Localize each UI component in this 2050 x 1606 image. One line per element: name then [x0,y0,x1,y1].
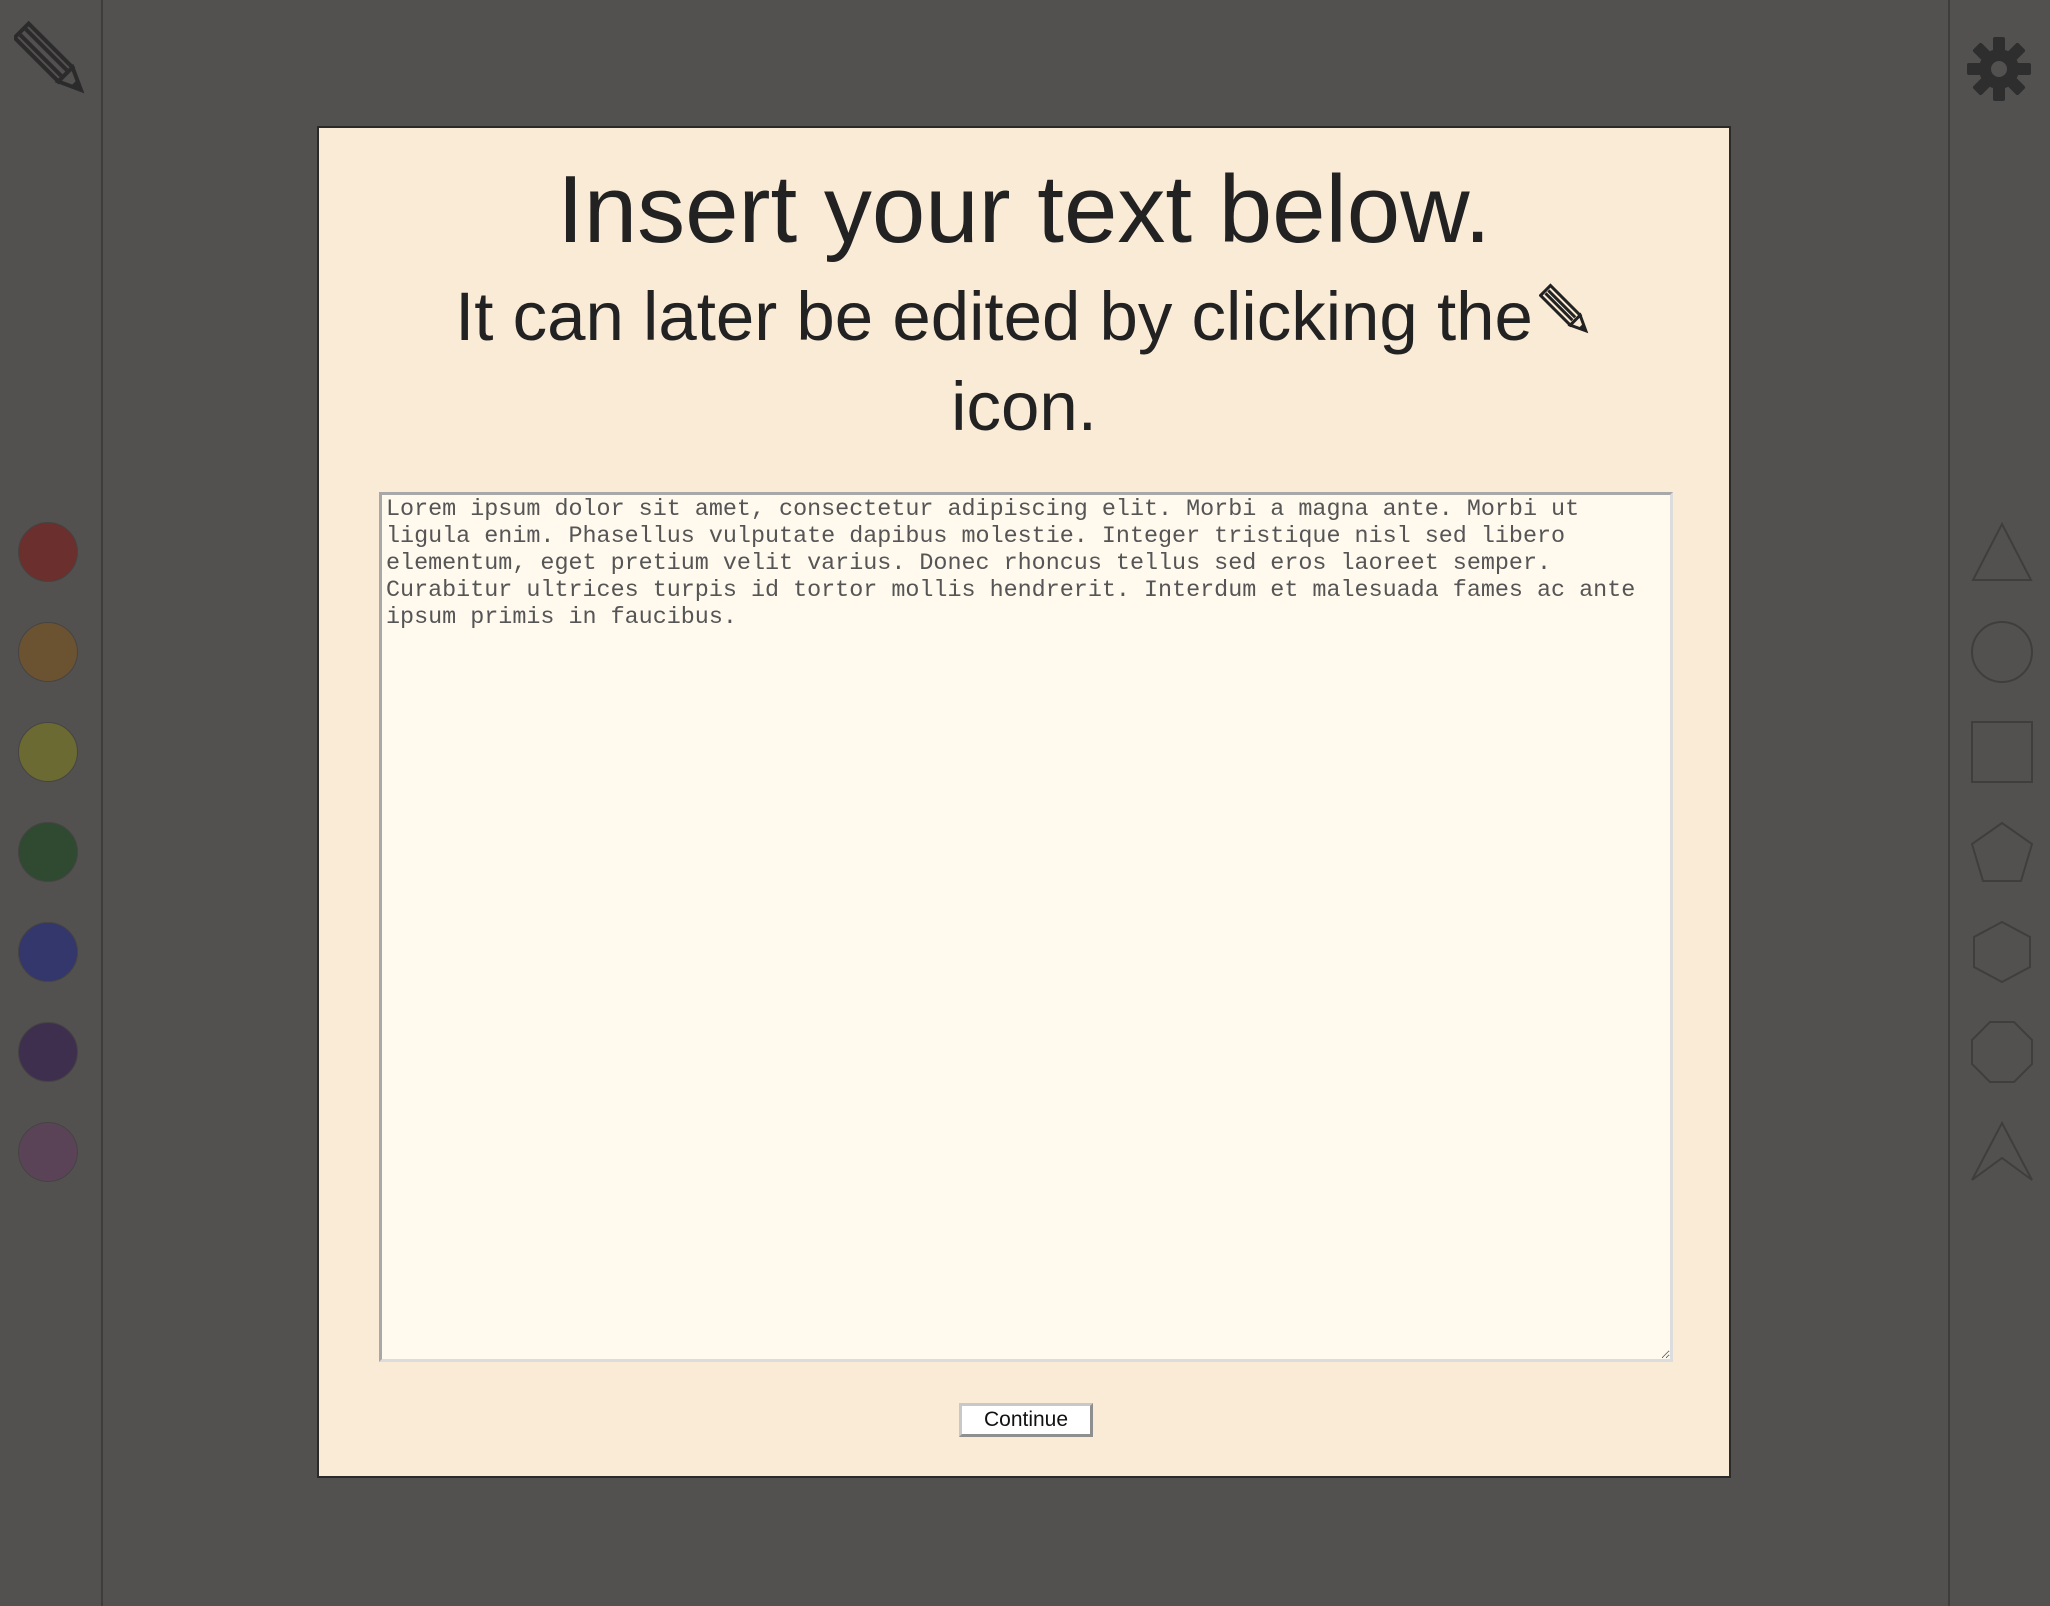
circle-shape-icon[interactable] [1970,620,2034,684]
color-swatch-blue[interactable] [18,922,78,982]
octagon-shape-icon[interactable] [1970,1020,2034,1084]
pencil-icon[interactable] [11,18,90,104]
dialog-subtitle-text: It can later be edited by clicking the [455,278,1533,355]
dialog-title: Insert your text below. [557,156,1491,263]
square-shape-icon[interactable] [1970,720,2034,784]
color-swatch-mauve[interactable] [18,1122,78,1182]
color-swatch-brown[interactable] [18,622,78,682]
color-swatch-red[interactable] [18,522,78,582]
right-toolbar [1948,0,2050,1606]
text-input-area[interactable]: Lorem ipsum dolor sit amet, consectetur … [379,492,1673,1362]
gear-icon[interactable] [1964,34,2034,104]
color-swatch-purple[interactable] [18,1022,78,1082]
color-swatch-olive[interactable] [18,722,78,782]
triangle-shape-icon[interactable] [1970,520,2034,584]
continue-button[interactable]: Continue [959,1403,1093,1437]
color-swatch-green[interactable] [18,822,78,882]
drawing-app: Insert your text below. It can later be … [0,0,2050,1606]
arrow-shape-icon[interactable] [1970,1120,2034,1184]
text-insert-dialog: Insert your text below. It can later be … [317,126,1731,1478]
hexagon-shape-icon[interactable] [1970,920,2034,984]
dialog-subtitle-end: icon. [951,368,1097,445]
dialog-subtitle: It can later be edited by clicking the i… [399,272,1649,452]
pentagon-shape-icon[interactable] [1970,820,2034,884]
pencil-icon [1538,272,1593,334]
left-toolbar [0,0,103,1606]
